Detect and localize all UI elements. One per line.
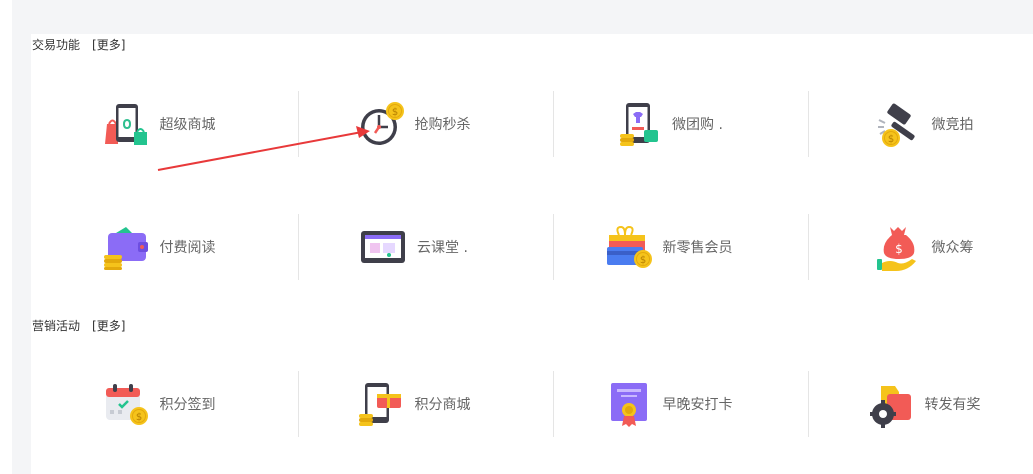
tile-flash-sale[interactable]: $ 抢购秒杀 (286, 91, 541, 157)
money-bag-hand-icon: $ (876, 227, 916, 271)
trade-section-header: 交易功能 [更多] (32, 37, 125, 53)
wallet-icon (103, 227, 148, 270)
trade-row-1: 超级商城 $ 抢购秒杀 微团购 . $ 微竞拍 (31, 91, 1033, 157)
tile-group-buy[interactable]: 微团购 . (541, 91, 796, 157)
tile-crowdfunding[interactable]: $ 微众筹 (796, 214, 1033, 280)
trade-row-2: 付费阅读 云课堂 . $ 新零售会员 $ 微众筹 (31, 214, 1033, 280)
tile-label: 早晚安打卡 (662, 397, 733, 413)
tile-points-checkin[interactable]: $ 积分签到 (31, 371, 286, 437)
tile-label: 微团购 . (672, 117, 723, 133)
tile-label: 抢购秒杀 (414, 117, 471, 133)
auction-hammer-icon: $ (877, 103, 915, 147)
tile-retail-member[interactable]: $ 新零售会员 (541, 214, 796, 280)
calendar-coin-icon: $ (105, 384, 148, 425)
tile-label: 积分签到 (159, 397, 216, 413)
marketing-row-1: $ 积分签到 积分商城 早晚安打卡 转发有奖 (31, 371, 1033, 437)
tile-label: 云课堂 . (417, 240, 468, 256)
tile-label: 付费阅读 (159, 240, 216, 256)
tile-label: 超级商城 (159, 117, 216, 133)
tile-points-mall[interactable]: 积分商城 (286, 371, 541, 437)
svg-text:$: $ (391, 107, 397, 118)
marketing-section-header: 营销活动 [更多] (32, 318, 125, 334)
trade-more-link[interactable]: [更多] (92, 38, 125, 52)
tile-daily-checkin[interactable]: 早晚安打卡 (541, 371, 796, 437)
gift-card-icon: $ (606, 225, 652, 268)
tile-label: 转发有奖 (924, 397, 981, 413)
svg-text:$: $ (887, 134, 893, 145)
tile-label: 微众筹 (931, 240, 974, 256)
tile-super-mall[interactable]: 超级商城 (31, 91, 286, 157)
tile-label: 微竞拍 (931, 117, 974, 133)
content-top-bar (12, 0, 1033, 34)
trade-section-title: 交易功能 (32, 38, 81, 52)
shopping-phone-icon (104, 104, 147, 145)
page-left-margin (0, 0, 12, 474)
content-left-strip (12, 0, 31, 474)
tile-cloud-class[interactable]: 云课堂 . (286, 214, 541, 280)
marketing-section-title: 营销活动 (32, 319, 81, 333)
tile-share-reward[interactable]: 转发有奖 (796, 371, 1033, 437)
certificate-icon (610, 383, 647, 427)
clock-coin-icon: $ (360, 102, 404, 145)
tile-auction[interactable]: $ 微竞拍 (796, 91, 1033, 157)
tile-paid-reading[interactable]: 付费阅读 (31, 214, 286, 280)
marketing-more-link[interactable]: [更多] (92, 319, 125, 333)
svg-text:$: $ (639, 255, 645, 266)
svg-text:$: $ (895, 242, 903, 256)
phone-gift-icon (358, 383, 401, 426)
svg-text:$: $ (135, 412, 141, 423)
monitor-icon (361, 231, 406, 263)
phone-shirt-icon (620, 103, 659, 146)
gear-box-icon (869, 386, 911, 428)
tile-label: 积分商城 (414, 397, 471, 413)
tile-label: 新零售会员 (662, 240, 733, 256)
